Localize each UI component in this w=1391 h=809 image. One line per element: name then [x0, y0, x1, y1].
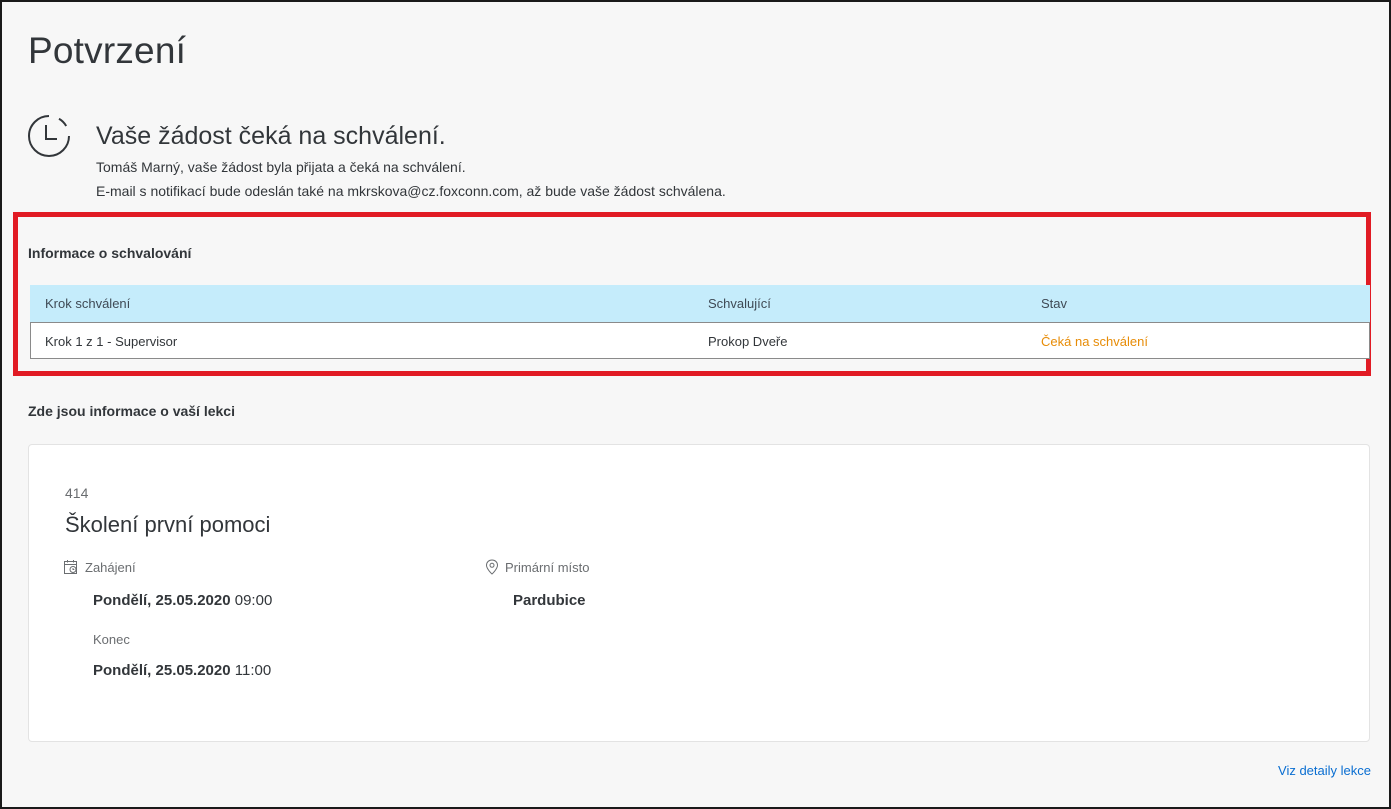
start-time: 09:00: [234, 592, 273, 609]
status-badge: Čeká na schválení: [1041, 334, 1148, 349]
end-time: 11:00: [234, 662, 272, 679]
end-datetime: Pondělí, 25.05.2020 11:00: [93, 662, 271, 679]
page-title: Potvrzení: [28, 30, 187, 71]
view-lesson-details-link[interactable]: Viz detaily lekce: [1278, 763, 1371, 778]
lesson-section-label: Zde jsou informace o vaší lekci: [28, 403, 235, 419]
clock-icon: [28, 115, 70, 157]
calendar-icon: [64, 560, 77, 574]
email-notice: E-mail s notifikací bude odeslán také na…: [96, 183, 726, 199]
approval-table-header: Krok schválení Schvalující Stav: [30, 285, 1370, 322]
lesson-code: 414: [65, 485, 89, 501]
approval-step: Krok 1 z 1 - Supervisor: [45, 334, 178, 349]
table-row: Krok 1 z 1 - Supervisor Prokop Dveře Ček…: [30, 322, 1370, 359]
status-message: Tomáš Marný, vaše žádost byla přijata a …: [96, 159, 466, 175]
status-heading: Vaše žádost čeká na schválení.: [96, 122, 446, 150]
lesson-title: Školení první pomoci: [65, 512, 271, 537]
column-header-step: Krok schválení: [45, 296, 131, 311]
start-datetime: Pondělí, 25.05.2020 09:00: [93, 592, 272, 609]
end-date: Pondělí, 25.05.2020: [93, 662, 231, 679]
end-label-row: Konec: [93, 632, 130, 647]
end-label: Konec: [93, 632, 130, 647]
place-label: Primární místo: [505, 559, 590, 575]
start-date: Pondělí, 25.05.2020: [93, 592, 231, 609]
column-header-status: Stav: [1041, 296, 1068, 311]
start-label: Zahájení: [85, 559, 136, 575]
location-pin-icon: [485, 559, 499, 575]
approver-name: Prokop Dveře: [708, 334, 788, 349]
start-label-row: Zahájení: [63, 559, 136, 575]
place-value: Pardubice: [513, 592, 586, 609]
approval-section-label: Informace o schvalování: [28, 245, 192, 261]
column-header-approver: Schvalující: [708, 296, 771, 311]
place-label-row: Primární místo: [485, 559, 590, 575]
